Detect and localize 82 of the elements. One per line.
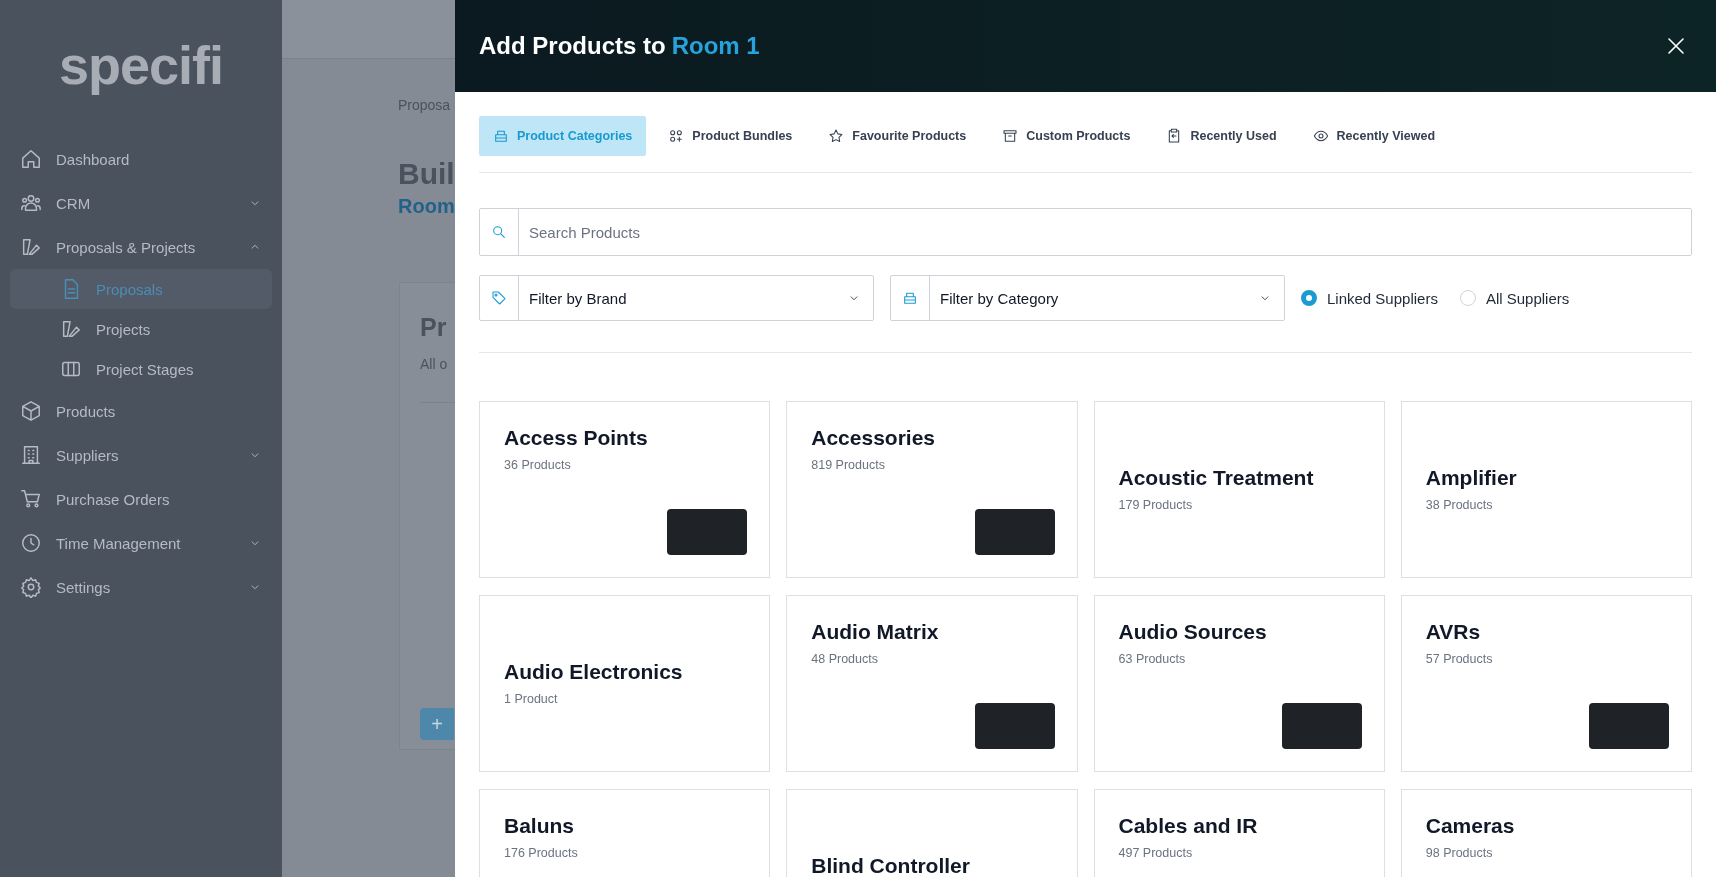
- category-name: Audio Sources: [1118, 620, 1268, 644]
- search-icon: [491, 224, 507, 240]
- tab[interactable]: Product Bundles: [654, 116, 807, 156]
- card-text: All o: [420, 356, 449, 372]
- product-count: 98 Products: [1425, 846, 1494, 860]
- category-card[interactable]: Audio Matrix 48 Products: [786, 595, 1078, 772]
- product-count: 48 Products: [811, 652, 879, 666]
- category-card[interactable]: Audio Sources 63 Products: [1093, 595, 1385, 772]
- product-count: 497 Products: [1118, 846, 1194, 860]
- category-name: Audio Matrix: [811, 620, 940, 644]
- product-count: 179 Products: [1118, 498, 1194, 512]
- nav-subitem[interactable]: Projects: [10, 309, 272, 349]
- modal-title: Add Products to: [479, 32, 666, 60]
- nav-item[interactable]: Products: [10, 389, 272, 433]
- page-heading: Buil: [398, 157, 455, 191]
- product-count: 176 Products: [504, 846, 579, 860]
- nav-item[interactable]: Settings: [10, 565, 272, 609]
- product-count: 819 Products: [811, 458, 886, 472]
- supplier-radio[interactable]: All Suppliers: [1459, 289, 1570, 307]
- category-name: Baluns: [504, 814, 575, 838]
- clock-icon: [20, 532, 42, 554]
- category-card[interactable]: Access Points 36 Products: [479, 401, 771, 578]
- nav-item[interactable]: CRM: [10, 181, 272, 225]
- document-pencil-icon: [60, 318, 82, 340]
- cart-icon: [20, 488, 42, 510]
- category-card[interactable]: AVRs 57 Products: [1400, 595, 1692, 772]
- cube-icon: [20, 400, 42, 422]
- product-count: 36 Products: [504, 458, 572, 472]
- category-name: Audio Electronics: [504, 660, 684, 684]
- breadcrumb: Proposa: [398, 97, 452, 113]
- category-name: Amplifier: [1425, 466, 1518, 490]
- nav-item[interactable]: Time Management: [10, 521, 272, 565]
- people-icon: [20, 192, 42, 214]
- category-name: Cameras: [1425, 814, 1516, 838]
- document-pencil-icon: [20, 236, 42, 258]
- radio-button[interactable]: [1459, 290, 1476, 306]
- tab[interactable]: Recently Viewed: [1298, 116, 1450, 156]
- brand-dropdown[interactable]: Filter by Brand: [479, 275, 874, 321]
- tray-icon: [902, 290, 918, 306]
- room-name: Room 1: [671, 32, 761, 60]
- category-card[interactable]: Cables and IR 497 Products: [1093, 789, 1385, 877]
- page-subheading: Room: [398, 195, 455, 218]
- category-card[interactable]: Blind Controller: [786, 789, 1078, 877]
- nav-item[interactable]: Suppliers: [10, 433, 272, 477]
- nav-subitem[interactable]: Project Stages: [10, 349, 272, 389]
- tray-icon: [493, 128, 509, 144]
- category-name: Blind Controller: [811, 854, 971, 877]
- product-count: 63 Products: [1118, 652, 1187, 666]
- category-card[interactable]: Baluns 176 Products: [479, 789, 771, 877]
- category-card[interactable]: Acoustic Treatment 179 Products: [1093, 401, 1385, 578]
- tab[interactable]: Favourite Products: [814, 116, 981, 156]
- category-name: AVRs: [1425, 620, 1482, 644]
- product-count: 38 Products: [1425, 498, 1494, 512]
- tab[interactable]: Recently Used: [1152, 116, 1291, 156]
- category-name: Accessories: [811, 426, 936, 450]
- home-icon: [20, 148, 42, 170]
- product-count: 1 Product: [504, 692, 559, 706]
- settings-icon: [20, 576, 42, 598]
- category-name: Acoustic Treatment: [1118, 466, 1315, 490]
- nav-item[interactable]: Dashboard: [10, 137, 272, 181]
- category-dropdown[interactable]: Filter by Category: [890, 275, 1285, 321]
- nav-item[interactable]: Proposals & Projects: [10, 225, 272, 269]
- tag-icon: [491, 290, 507, 306]
- category-name: Cables and IR: [1118, 814, 1259, 838]
- building-icon: [20, 444, 42, 466]
- archive-icon: [1002, 128, 1019, 144]
- search-field[interactable]: Search Products: [479, 208, 1692, 256]
- product-count: 57 Products: [1425, 652, 1494, 666]
- squares-plus-icon: [668, 128, 685, 144]
- tab[interactable]: Custom Products: [988, 116, 1145, 156]
- supplier-radio[interactable]: Linked Suppliers: [1301, 289, 1438, 307]
- category-card[interactable]: Accessories 819 Products: [786, 401, 1078, 578]
- category-card[interactable]: Cameras 98 Products: [1400, 789, 1692, 877]
- star-icon: [828, 128, 845, 144]
- logo: specifi: [57, 34, 225, 96]
- card-title: Pr: [420, 313, 448, 342]
- category-name: Access Points: [504, 426, 649, 450]
- nav-item[interactable]: Purchase Orders: [10, 477, 272, 521]
- eye-icon: [1312, 128, 1329, 144]
- category-card[interactable]: Audio Electronics 1 Product: [479, 595, 771, 772]
- category-card[interactable]: Amplifier 38 Products: [1400, 401, 1692, 578]
- radio-button[interactable]: [1301, 290, 1317, 306]
